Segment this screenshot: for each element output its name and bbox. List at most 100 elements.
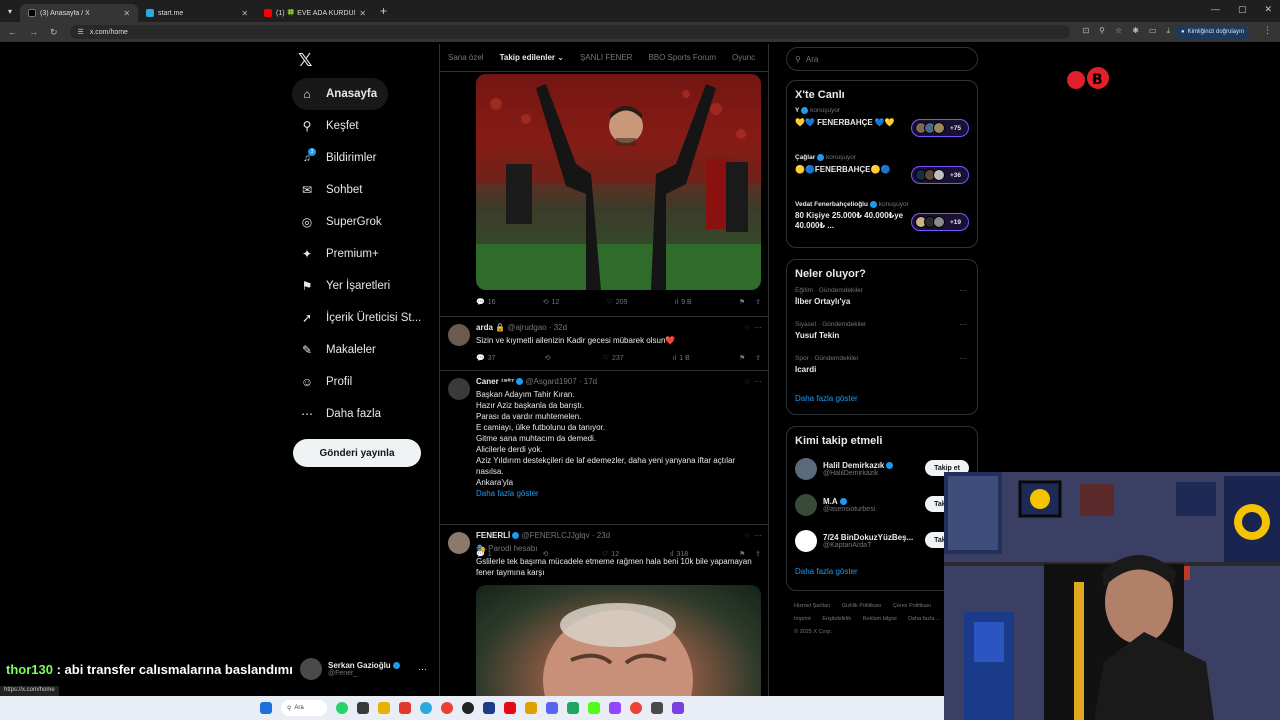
sidebar-item-notifications[interactable]: ♫ 3 Bildirimler (292, 142, 432, 174)
site-info-icon[interactable]: ☰ (78, 28, 84, 36)
sidebar-item-messages[interactable]: ✉ Sohbet (292, 174, 432, 206)
post-button[interactable]: Gönderi yayınla (293, 439, 421, 467)
avatar[interactable] (448, 324, 470, 346)
footer-link[interactable]: Gizlilik Politikası (842, 603, 881, 609)
twitch-icon[interactable] (609, 702, 621, 714)
app-icon[interactable] (672, 702, 684, 714)
grok-icon[interactable]: ◌ (745, 377, 750, 386)
minimize-icon[interactable]: — (1211, 4, 1220, 15)
netflix-icon[interactable] (504, 702, 516, 714)
whatsapp-icon[interactable] (336, 702, 348, 714)
more-icon[interactable]: ··· (754, 323, 762, 332)
url-field[interactable]: ☰ x.com/home (69, 25, 1070, 39)
close-tab-icon[interactable]: ✕ (359, 9, 366, 18)
more-icon[interactable]: ··· (754, 531, 762, 540)
listener-pill[interactable]: +36 (911, 166, 969, 184)
trend-item[interactable]: Spor · Gündemdekiler Icardi ··· (787, 352, 977, 386)
file-explorer-icon[interactable] (378, 702, 390, 714)
tab-youtube[interactable]: (1) 🍀 EVE ADA KURDUM 🍀 F ✕ (256, 4, 374, 22)
sidebar-item-creator-studio[interactable]: ➚ İçerik Üreticisi St... (292, 302, 432, 334)
verify-identity-button[interactable]: ● Kimliğinizi doğrulayın (1175, 25, 1250, 39)
bookmark-icon[interactable]: ⚑ (739, 298, 745, 306)
chatgpt-icon[interactable] (462, 702, 474, 714)
taskbar-search[interactable]: ⚲ Ara (281, 700, 327, 716)
tab-sanli-fener[interactable]: ŞANLI FENER (580, 53, 632, 62)
grok-icon[interactable]: ◌ (745, 531, 750, 540)
tab-following[interactable]: Takip edilenler ⌄ (500, 53, 564, 62)
app-icon[interactable] (483, 702, 495, 714)
forward-icon[interactable]: → (29, 27, 38, 38)
live-item[interactable]: Vedat Fenerbahçelioğlu konuşuyor 80 Kişi… (787, 199, 977, 246)
trend-item[interactable]: Eğitim · Gündemdekiler İlber Ortaylı'ya … (787, 284, 977, 318)
search-input[interactable]: ⚲ Ara (786, 47, 978, 71)
back-icon[interactable]: ← (8, 27, 17, 38)
live-item[interactable]: Y konuşuyor 💛💙 FENERBAHÇE 💙💛 +75 (787, 105, 977, 152)
extensions-icon[interactable]: ✱ (1132, 26, 1139, 36)
sidebar-item-premium[interactable]: ✦ Premium+ (292, 238, 432, 270)
like-button[interactable]: ♡ 237 (603, 354, 624, 363)
star-icon[interactable]: ☆ (1115, 26, 1122, 36)
author-name[interactable]: Caner ¹⁹⁰⁷ (476, 377, 514, 386)
show-more-link[interactable]: Daha fazla göster (476, 488, 761, 499)
account-switcher[interactable]: Serkan Gazioğlu @Fener_ (300, 658, 400, 680)
reply-button[interactable]: 💬 37 (476, 354, 496, 363)
app-icon[interactable] (567, 702, 579, 714)
bookmark-icon[interactable]: ⚑ (739, 354, 745, 362)
sidebar-item-grok[interactable]: ◎ SuperGrok (292, 206, 432, 238)
close-tab-icon[interactable]: ✕ (123, 9, 130, 18)
tweet-arda[interactable]: arda 🔒 @ajrudgao · 32d ◌ ··· Sizin ve kı… (440, 316, 768, 370)
sidebar-item-articles[interactable]: ✎ Makaleler (292, 334, 432, 366)
footer-link[interactable]: Çerez Politikası (893, 603, 931, 609)
sidebar-item-explore[interactable]: ⚲ Keşfet (292, 110, 432, 142)
grok-icon[interactable]: ◌ (745, 323, 750, 332)
author-name[interactable]: FENERLİ (476, 531, 510, 540)
sidepanel-icon[interactable]: ▭ (1149, 26, 1157, 36)
telegram-icon[interactable] (420, 702, 432, 714)
post-image[interactable] (476, 74, 761, 290)
reply-button[interactable]: 💬 16 (476, 298, 496, 307)
kick-icon[interactable] (588, 702, 600, 714)
close-tab-icon[interactable]: ✕ (241, 9, 248, 18)
x-logo-icon[interactable]: 𝕏 (298, 50, 313, 71)
listener-pill[interactable]: +75 (911, 119, 969, 137)
app-icon[interactable] (399, 702, 411, 714)
download-icon[interactable]: ⤓ (1166, 26, 1170, 36)
more-icon[interactable]: ··· (959, 354, 967, 363)
new-tab-button[interactable]: + (380, 4, 387, 18)
share-icon[interactable]: ⇪ (755, 354, 761, 362)
author-handle[interactable]: @ajrudgao · 32d (507, 323, 567, 332)
more-icon[interactable]: ··· (959, 320, 967, 329)
views-button[interactable]: ıl 1 B (673, 354, 690, 362)
tab-bbo-sports[interactable]: BBO Sports Forum (648, 53, 716, 62)
footer-link[interactable]: Hizmet Şartları (794, 603, 830, 609)
chrome-icon[interactable] (630, 702, 642, 714)
app-icon[interactable] (651, 702, 663, 714)
chrome-icon[interactable] (441, 702, 453, 714)
footer-link[interactable]: Erişilebilirlik (822, 616, 851, 622)
author-handle[interactable]: @Asgard1907 · 17d (525, 377, 597, 386)
sidebar-item-profile[interactable]: ☺ Profil (292, 366, 432, 398)
live-item[interactable]: Çağlar konuşuyor 🟡🔵FENERBAHÇE🟡🔵 +36 (787, 152, 977, 199)
repost-button[interactable]: ⟲ 12 (543, 298, 560, 307)
browser-menu-icon[interactable]: ⋮ (1263, 25, 1272, 36)
vlc-icon[interactable] (525, 702, 537, 714)
app-icon[interactable] (546, 702, 558, 714)
author-name[interactable]: arda 🔒 (476, 323, 505, 332)
avatar[interactable] (448, 532, 470, 554)
maximize-icon[interactable]: ▢ (1238, 4, 1247, 15)
tab-oyunc[interactable]: Oyunc (732, 53, 755, 62)
close-window-icon[interactable]: ✕ (1264, 4, 1272, 15)
author-handle[interactable]: @FENERLCJJglqv · 23d (521, 531, 610, 540)
repost-button[interactable]: ⟲ (545, 354, 554, 362)
trend-item[interactable]: Siyaset · Gündemdekiler Yusuf Tekin ··· (787, 318, 977, 352)
more-icon[interactable]: ··· (754, 377, 762, 386)
sidebar-item-bookmarks[interactable]: ⚑ Yer İşaretleri (292, 270, 432, 302)
tab-menu-icon[interactable]: ▾ (0, 7, 20, 16)
sidebar-item-home[interactable]: ⌂ Anasayfa (292, 78, 388, 110)
start-icon[interactable] (260, 702, 272, 714)
footer-link[interactable]: Daha fazla ... (908, 616, 940, 622)
account-more-icon[interactable]: ··· (418, 664, 427, 674)
footer-link[interactable]: Reklam bilgisi (863, 616, 897, 622)
app-icon[interactable] (357, 702, 369, 714)
tab-x-home[interactable]: (3) Anasayfa / X ✕ (20, 4, 139, 22)
